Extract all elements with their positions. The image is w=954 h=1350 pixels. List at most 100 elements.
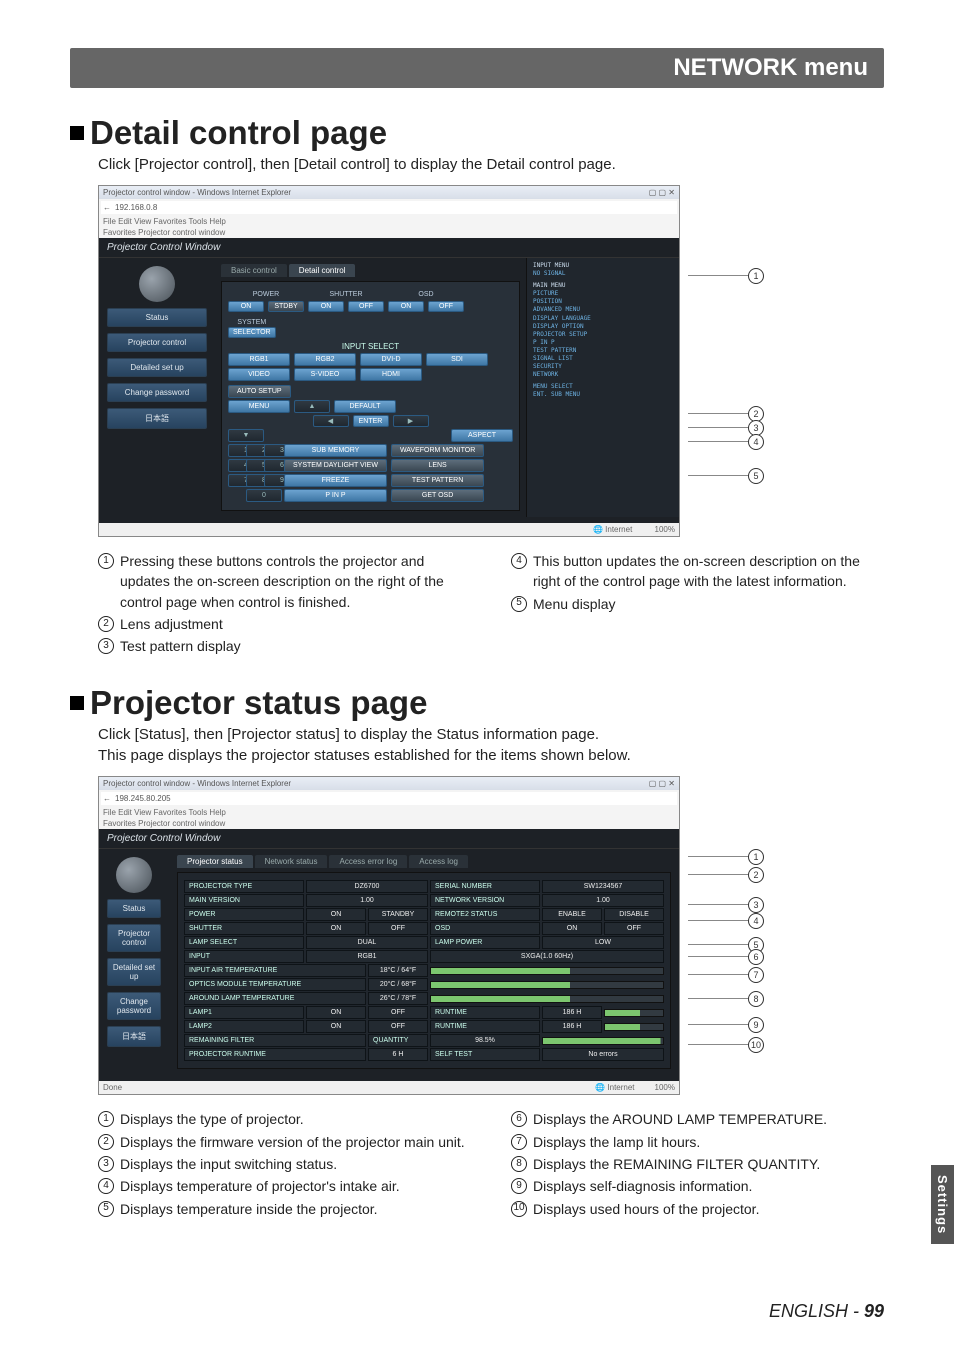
window-controls-icon[interactable]: ▢ ▢ ✕	[649, 188, 675, 197]
row-label: MAIN VERSION	[184, 894, 304, 907]
sidebar-item-status[interactable]: Status	[107, 899, 161, 918]
label-system: SYSTEM	[235, 318, 268, 327]
selftest-button[interactable]: No errors	[542, 1048, 664, 1061]
url-field[interactable]: 192.168.0.8	[115, 203, 157, 212]
sidebar-item-projector-control[interactable]: Projector control	[107, 924, 161, 952]
osd-item: P IN P	[533, 339, 673, 347]
input-rgb1-button[interactable]: RGB1	[228, 353, 290, 366]
ie-favorites[interactable]: Favorites Projector control window	[99, 818, 679, 829]
autosetup-button[interactable]: AUTO SETUP	[228, 385, 291, 398]
footer-page: 99	[864, 1301, 884, 1321]
osd-item: DISPLAY LANGUAGE	[533, 315, 673, 323]
row-value: OFF	[368, 922, 428, 935]
osd-foot2: ENT. SUB MENU	[533, 391, 580, 399]
row-value: STANDBY	[368, 908, 428, 921]
sidebar-item-projector-control[interactable]: Projector control	[107, 333, 207, 352]
back-icon[interactable]: ←	[103, 203, 111, 212]
label-shutter: SHUTTER	[327, 290, 364, 299]
callout-marker: 4	[748, 913, 764, 929]
section1-notes: 1Pressing these buttons controls the pro…	[98, 551, 884, 658]
tab-access-log[interactable]: Access log	[409, 855, 468, 868]
enter-button[interactable]: ENTER	[353, 415, 389, 427]
row-label: SERIAL NUMBER	[430, 880, 540, 893]
shutter-off-button[interactable]: OFF	[348, 301, 384, 312]
row-label: LAMP1	[184, 1006, 304, 1019]
sidebar-item-status[interactable]: Status	[107, 308, 207, 327]
section1-lead: Click [Projector control], then [Detail …	[98, 154, 878, 175]
ie-menu[interactable]: File Edit View Favorites Tools Help	[99, 807, 679, 818]
callout-marker: 9	[748, 1017, 764, 1033]
row-label: PROJECTOR TYPE	[184, 880, 304, 893]
sidebar-item-change-password[interactable]: Change password	[107, 992, 161, 1020]
note-number-icon: 4	[98, 1178, 114, 1194]
tab-access-error-log[interactable]: Access error log	[329, 855, 407, 868]
row-label: INPUT AIR TEMPERATURE	[184, 964, 366, 977]
sidebar-item-detailed-setup[interactable]: Detailed set up	[107, 958, 161, 986]
sidebar-item-detailed-setup[interactable]: Detailed set up	[107, 358, 207, 377]
system-selector-button[interactable]: SELECTOR	[228, 327, 276, 338]
section2-heading: Projector status page	[90, 684, 427, 722]
ie-favorites[interactable]: Favorites Projector control window	[99, 227, 679, 238]
shutter-on-button[interactable]: ON	[308, 301, 344, 312]
note-text: This button updates the on-screen descri…	[533, 551, 884, 592]
note-text: Test pattern display	[120, 636, 241, 656]
pinp-button[interactable]: P IN P	[284, 489, 387, 502]
osd-preview: INPUT MENU NO SIGNAL MAIN MENU PICTURE P…	[526, 258, 679, 517]
ie-menu[interactable]: File Edit View Favorites Tools Help	[99, 216, 679, 227]
row-label: REMOTE2 STATUS	[430, 908, 540, 921]
aspect-button[interactable]: ASPECT	[451, 429, 513, 442]
freeze-button[interactable]: FREEZE	[284, 474, 387, 487]
input-sdi-button[interactable]: SDI	[426, 353, 488, 366]
row-label: INPUT	[184, 950, 304, 963]
callout-marker: 3	[748, 897, 764, 913]
note-text: Displays used hours of the projector.	[533, 1199, 759, 1219]
ie-address-bar[interactable]: ← 192.168.0.8	[101, 201, 677, 214]
power-standby-button[interactable]: STDBY	[268, 301, 304, 312]
getosd-button[interactable]: GET OSD	[391, 489, 484, 502]
pcw-title: Projector Control Window	[99, 829, 679, 849]
row-value: ON	[306, 922, 366, 935]
osd-off-button[interactable]: OFF	[428, 301, 464, 312]
lens-button[interactable]: LENS	[391, 459, 484, 472]
input-video-button[interactable]: VIDEO	[228, 368, 290, 381]
osd-item: ADVANCED MENU	[533, 306, 673, 314]
row-value: LOW	[542, 936, 664, 949]
osd-input-menu: INPUT MENU	[533, 262, 673, 270]
input-hdmi-button[interactable]: HDMI	[360, 368, 422, 381]
back-icon[interactable]: ←	[103, 794, 111, 803]
input-rgb2-button[interactable]: RGB2	[294, 353, 356, 366]
arrow-down-button[interactable]: ▼	[228, 429, 264, 442]
osd-item: SECURITY	[533, 363, 673, 371]
page-footer: ENGLISH - 99	[769, 1301, 884, 1322]
input-svideo-button[interactable]: S-VIDEO	[294, 368, 356, 381]
url-field[interactable]: 198.245.80.205	[115, 794, 171, 803]
sysdaylight-button[interactable]: SYSTEM DAYLIGHT VIEW	[284, 459, 387, 472]
arrow-right-button[interactable]: ▶	[393, 415, 429, 427]
menu-button[interactable]: MENU	[228, 400, 290, 413]
power-on-button[interactable]: ON	[228, 301, 264, 312]
osd-on-button[interactable]: ON	[388, 301, 424, 312]
ie-title-text: Projector control window - Windows Inter…	[103, 188, 291, 197]
waveform-button[interactable]: WAVEFORM MONITOR	[391, 444, 484, 457]
tab-network-status[interactable]: Network status	[255, 855, 328, 868]
window-controls-icon[interactable]: ▢ ▢ ✕	[649, 779, 675, 788]
logo-disc-icon	[139, 266, 175, 302]
tab-detail-control[interactable]: Detail control	[289, 264, 356, 277]
default-button[interactable]: DEFAULT	[334, 400, 396, 413]
tab-basic-control[interactable]: Basic control	[221, 264, 287, 277]
note-number-icon: 8	[511, 1156, 527, 1172]
submemory-button[interactable]: SUB MEMORY	[284, 444, 387, 457]
tab-projector-status[interactable]: Projector status	[177, 855, 253, 868]
row-label: OPTICS MODULE TEMPERATURE	[184, 978, 366, 991]
note-text: Displays the input switching status.	[120, 1154, 337, 1174]
row-value: DISABLE	[604, 908, 664, 921]
keypad-0[interactable]: 0	[246, 489, 282, 502]
sidebar-item-japanese[interactable]: 日本語	[107, 408, 207, 429]
sidebar-item-change-password[interactable]: Change password	[107, 383, 207, 402]
arrow-left-button[interactable]: ◀	[313, 415, 349, 427]
sidebar-item-japanese[interactable]: 日本語	[107, 1026, 161, 1047]
input-dvid-button[interactable]: DVI-D	[360, 353, 422, 366]
testpattern-button[interactable]: TEST PATTERN	[391, 474, 484, 487]
arrow-up-button[interactable]: ▲	[294, 400, 330, 413]
row-value: 26°C / 78°F	[368, 992, 428, 1005]
